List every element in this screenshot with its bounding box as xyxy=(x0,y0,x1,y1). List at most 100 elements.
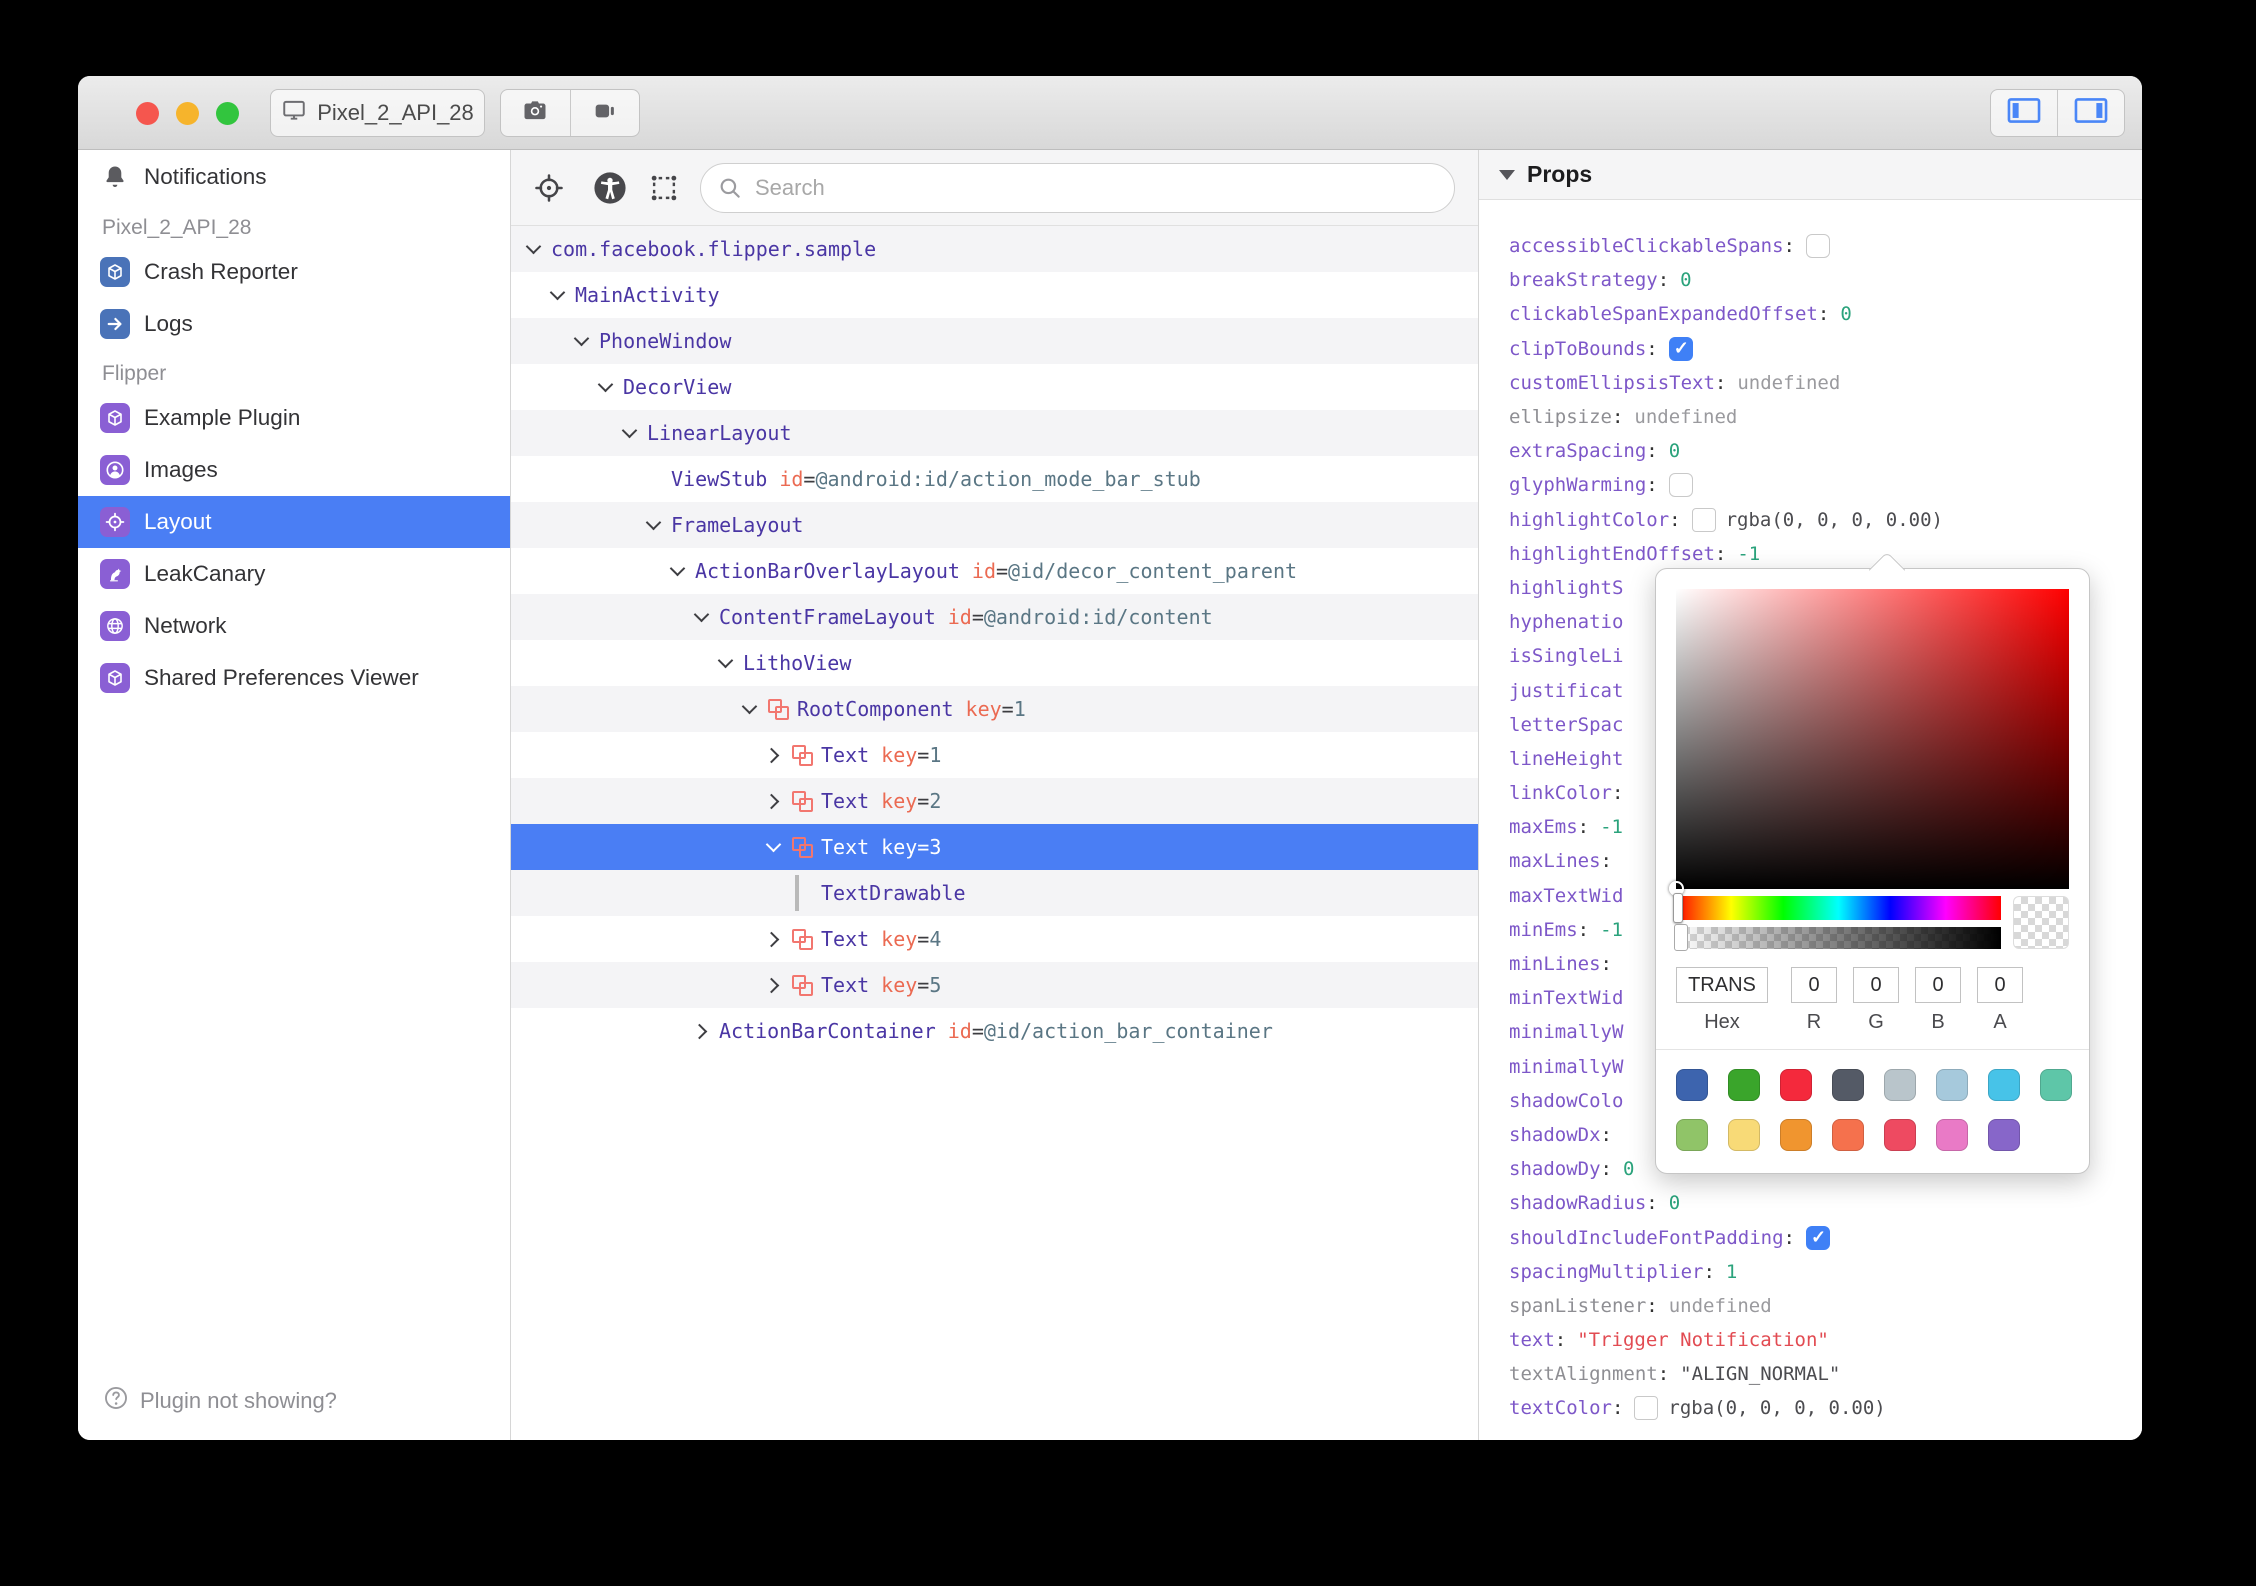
tree-row-actionbarcontainer[interactable]: ActionBarContainer id=@id/action_bar_cont… xyxy=(511,1008,1478,1054)
preset-color-swatch[interactable] xyxy=(1884,1069,1916,1101)
tree-row-lithoview[interactable]: LithoView xyxy=(511,640,1478,686)
preset-color-swatch[interactable] xyxy=(1936,1119,1968,1151)
target-mode-button[interactable] xyxy=(532,171,566,205)
preset-color-swatch[interactable] xyxy=(1936,1069,1968,1101)
screen-record-button[interactable] xyxy=(569,90,640,136)
props-header[interactable]: Props xyxy=(1479,150,2142,200)
sidebar-item-notifications[interactable]: Notifications xyxy=(78,150,510,204)
capture-button-group xyxy=(500,89,640,137)
green-input[interactable] xyxy=(1853,967,1899,1003)
attribute-value: @id/action_bar_container xyxy=(983,1019,1273,1043)
chevron-right-icon[interactable] xyxy=(693,1022,711,1040)
tree-row-textdrawable[interactable]: TextDrawable xyxy=(511,870,1478,916)
zoom-window-button[interactable] xyxy=(216,102,239,125)
checkbox-checked[interactable] xyxy=(1806,1225,1830,1250)
checkbox-unchecked[interactable] xyxy=(1668,473,1693,498)
preset-color-swatch[interactable] xyxy=(1676,1119,1708,1151)
preset-color-swatch[interactable] xyxy=(1780,1069,1812,1101)
color-swatch-button[interactable] xyxy=(1691,507,1716,532)
device-selector-button[interactable]: Pixel_2_API_28 xyxy=(270,89,485,137)
saturation-value-gradient[interactable] xyxy=(1676,589,2069,889)
chevron-right-icon[interactable] xyxy=(765,976,783,994)
sidebar-item-logs[interactable]: Logs xyxy=(78,298,510,350)
plugin-not-showing-link[interactable]: Plugin not showing? xyxy=(102,1384,337,1418)
preset-color-swatch[interactable] xyxy=(1676,1069,1708,1101)
chevron-down-icon[interactable] xyxy=(525,240,543,258)
marquee-select-button[interactable] xyxy=(647,171,681,205)
preset-color-swatch[interactable] xyxy=(1832,1069,1864,1101)
chevron-down-icon[interactable] xyxy=(573,332,591,350)
tree-row-text[interactable]: Text key=3 xyxy=(511,824,1478,870)
chevron-down-icon[interactable] xyxy=(693,608,711,626)
prop-name: shadowRadius xyxy=(1509,1192,1647,1215)
chevron-right-icon[interactable] xyxy=(765,792,783,810)
preset-color-swatch[interactable] xyxy=(1988,1069,2020,1101)
tree-row-viewstub[interactable]: ViewStub id=@android:id/action_mode_bar_s… xyxy=(511,456,1478,502)
sidebar-item-example-plugin[interactable]: Example Plugin xyxy=(78,392,510,444)
toggle-left-panel-button[interactable] xyxy=(1991,90,2057,136)
tree-row-mainactivity[interactable]: MainActivity xyxy=(511,272,1478,318)
hue-slider[interactable] xyxy=(1676,896,2001,920)
prop-colon: : xyxy=(1554,1329,1567,1352)
chevron-right-icon[interactable] xyxy=(765,930,783,948)
chevron-down-icon[interactable] xyxy=(645,516,663,534)
preset-color-swatch[interactable] xyxy=(1832,1119,1864,1151)
tree-row-decorview[interactable]: DecorView xyxy=(511,364,1478,410)
blue-input[interactable] xyxy=(1915,967,1961,1003)
sidebar-item-shared-preferences-viewer[interactable]: Shared Preferences Viewer xyxy=(78,652,510,704)
checkbox-checked[interactable] xyxy=(1668,336,1693,361)
chevron-right-icon[interactable] xyxy=(765,746,783,764)
hex-input[interactable] xyxy=(1676,967,1768,1003)
alpha-slider[interactable] xyxy=(1676,927,2001,949)
tree-row-phonewindow[interactable]: PhoneWindow xyxy=(511,318,1478,364)
red-input[interactable] xyxy=(1791,967,1837,1003)
device-name-label: Pixel_2_API_28 xyxy=(317,100,474,125)
sidebar-item-network[interactable]: Network xyxy=(78,600,510,652)
chevron-down-icon[interactable] xyxy=(549,286,567,304)
tree-row-com.facebook.flipper.sample[interactable]: com.facebook.flipper.sample xyxy=(511,226,1478,272)
alpha-handle[interactable] xyxy=(1674,924,1688,951)
tree-row-framelayout[interactable]: FrameLayout xyxy=(511,502,1478,548)
sidebar-item-layout[interactable]: Layout xyxy=(78,496,510,548)
prop-name: spacingMultiplier xyxy=(1509,1260,1704,1283)
minimize-window-button[interactable] xyxy=(176,102,199,125)
chevron-down-icon[interactable] xyxy=(717,654,735,672)
chevron-down-icon[interactable] xyxy=(741,700,759,718)
attribute-value: 5 xyxy=(929,973,942,997)
prop-colon: : xyxy=(1703,1260,1715,1283)
color-swatch-button[interactable] xyxy=(1634,1396,1659,1421)
screenshot-button[interactable] xyxy=(501,90,570,136)
chevron-down-icon[interactable] xyxy=(621,424,639,442)
tree-row-rootcomponent[interactable]: RootComponent key=1 xyxy=(511,686,1478,732)
tree-row-contentframelayout[interactable]: ContentFrameLayout id=@android:id/content xyxy=(511,594,1478,640)
checkbox-unchecked[interactable] xyxy=(1806,234,1830,259)
chevron-down-icon[interactable] xyxy=(669,562,687,580)
accessibility-mode-button[interactable] xyxy=(593,171,627,205)
preset-color-swatch[interactable] xyxy=(1728,1119,1760,1151)
sidebar-item-crash-reporter[interactable]: Crash Reporter xyxy=(78,246,510,298)
element-name: ContentFrameLayout xyxy=(719,605,936,629)
tree-row-text[interactable]: Text key=1 xyxy=(511,732,1478,778)
bird-icon xyxy=(100,559,130,589)
tree-row-text[interactable]: Text key=2 xyxy=(511,778,1478,824)
sidebar-item-leakcanary[interactable]: LeakCanary xyxy=(78,548,510,600)
equals-sign: = xyxy=(996,559,1009,583)
close-window-button[interactable] xyxy=(136,102,159,125)
alpha-input[interactable] xyxy=(1977,967,2023,1003)
tree-row-linearlayout[interactable]: LinearLayout xyxy=(511,410,1478,456)
chevron-down-icon[interactable] xyxy=(765,838,783,856)
sidebar-item-images[interactable]: Images xyxy=(78,444,510,496)
preset-color-swatch[interactable] xyxy=(1780,1119,1812,1151)
chevron-down-icon[interactable] xyxy=(597,378,615,396)
preset-color-swatch[interactable] xyxy=(1988,1119,2020,1151)
tree-row-actionbaroverlaylayout[interactable]: ActionBarOverlayLayout id=@id/decor_conte… xyxy=(511,548,1478,594)
tree-row-text[interactable]: Text key=4 xyxy=(511,916,1478,962)
search-input[interactable] xyxy=(700,163,1455,213)
tree-row-text[interactable]: Text key=5 xyxy=(511,962,1478,1008)
toggle-right-panel-button[interactable] xyxy=(2057,90,2124,136)
preset-color-swatch[interactable] xyxy=(1728,1069,1760,1101)
preset-color-swatch[interactable] xyxy=(1884,1119,1916,1151)
sidebar-item-label: Network xyxy=(144,613,227,638)
hue-handle[interactable] xyxy=(1673,893,1683,923)
preset-color-swatch[interactable] xyxy=(2040,1069,2072,1101)
